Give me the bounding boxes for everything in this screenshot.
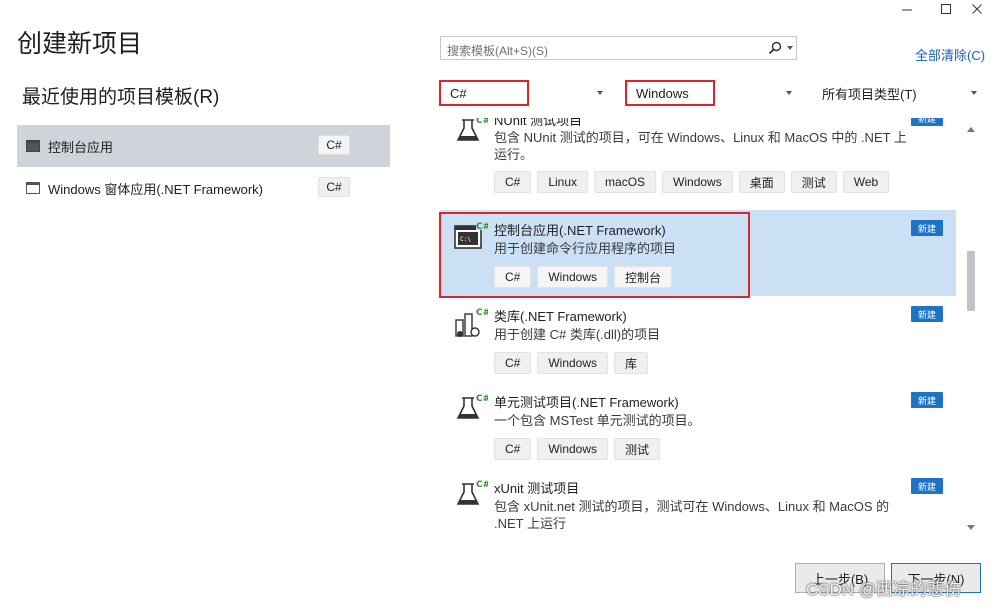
new-badge: 新建 [911,392,943,408]
scroll-up-icon[interactable] [967,127,975,132]
chevron-down-icon [597,91,603,95]
language-tag: C# [318,135,350,155]
tag-csharp: C# [494,352,532,374]
new-badge: 新建 [911,306,943,322]
tag-csharp: C# [494,438,532,460]
template-item-xunit[interactable]: C# xUnit 测试项目 包含 xUnit.net 测试的项目，测试可在 Wi… [440,468,956,532]
tag-desktop: 桌面 [738,171,785,193]
template-name: 单元测试项目(.NET Framework) [494,395,679,410]
maximize-icon [941,4,951,14]
new-badge: 新建 [911,118,943,126]
tag-web: Web [842,171,890,193]
page-title: 创建新项目 [17,30,143,58]
template-list-scrollbar[interactable] [963,121,978,537]
svg-text:C#: C# [476,308,488,318]
template-name: xUnit 测试项目 [494,481,580,496]
flask-icon: C# [456,392,488,419]
recent-templates-heading: 最近使用的项目模板(R) [22,87,220,108]
template-description: 用于创建 C# 类库(.dll)的项目 [494,327,661,342]
project-type-filter-value: 所有项目类型(T) [822,86,917,102]
minimize-icon [902,9,912,11]
search-icon [768,41,782,55]
close-icon [972,4,982,14]
tag-windows: Windows [662,171,733,193]
tag-linux: Linux [537,171,589,193]
recent-item-windows-forms[interactable]: Windows 窗体应用(.NET Framework) C# [17,167,390,209]
language-tag: C# [318,177,350,197]
search-placeholder: 搜索模板(Alt+S)(S) [447,44,549,58]
language-filter[interactable]: C# [439,80,609,106]
flask-icon: C# [456,118,488,141]
recent-item-label: 控制台应用 [48,139,114,155]
language-filter-value: C# [439,80,529,106]
close-button[interactable] [960,0,994,18]
class-library-icon: C# [455,306,488,337]
flask-icon: C# [456,478,488,505]
tag-macos: macOS [594,171,657,193]
search-templates-input[interactable]: 搜索模板(Alt+S)(S) [440,36,797,60]
scrollbar-thumb[interactable] [967,251,975,311]
tag-library: 库 [614,352,649,374]
chevron-down-icon [787,46,793,50]
watermark: CSDN @西凉的悲伤 [806,580,962,599]
tag-csharp: C# [494,171,532,193]
highlight-box [439,212,750,298]
template-name: 类库(.NET Framework) [494,309,627,324]
minimize-button[interactable] [890,0,924,18]
chevron-down-icon [786,91,792,95]
template-name: NUnit 测试项目 [494,118,583,128]
template-description: 包含 xUnit.net 测试的项目，测试可在 Windows、Linux 和 … [494,499,890,531]
template-description: 一个包含 MSTest 单元测试的项目。 [494,413,701,428]
template-list: C# NUnit 测试项目 包含 NUnit 测试的项目，可在 Windows、… [440,118,956,532]
svg-text:C#: C# [476,118,488,126]
console-icon [26,140,40,152]
tag-test: 测试 [614,438,661,460]
template-item-class-library[interactable]: C# 类库(.NET Framework) 用于创建 C# 类库(.dll)的项… [440,296,956,382]
scroll-down-icon[interactable] [967,525,975,530]
maximize-button[interactable] [929,0,963,18]
tag-windows: Windows [537,438,609,460]
recent-item-console-app[interactable]: 控制台应用 C# [17,125,390,167]
project-type-filter[interactable]: 所有项目类型(T) [813,80,980,106]
window-form-icon [26,182,40,194]
platform-filter-value: Windows [625,80,715,106]
recent-item-label: Windows 窗体应用(.NET Framework) [48,181,264,197]
new-badge: 新建 [911,220,943,236]
svg-text:C#: C# [476,394,488,404]
template-description: 包含 NUnit 测试的项目，可在 Windows、Linux 和 MacOS … [494,130,907,162]
clear-all-link[interactable]: 全部清除(C) [915,45,985,64]
template-item-unit-test[interactable]: C# 单元测试项目(.NET Framework) 一个包含 MSTest 单元… [440,382,956,468]
tag-test: 测试 [790,171,837,193]
new-badge: 新建 [911,478,943,494]
platform-filter[interactable]: Windows [625,80,797,106]
chevron-down-icon [971,91,977,95]
template-item-nunit[interactable]: C# NUnit 测试项目 包含 NUnit 测试的项目，可在 Windows、… [440,118,956,204]
svg-text:C#: C# [476,480,488,490]
tag-windows: Windows [537,352,609,374]
